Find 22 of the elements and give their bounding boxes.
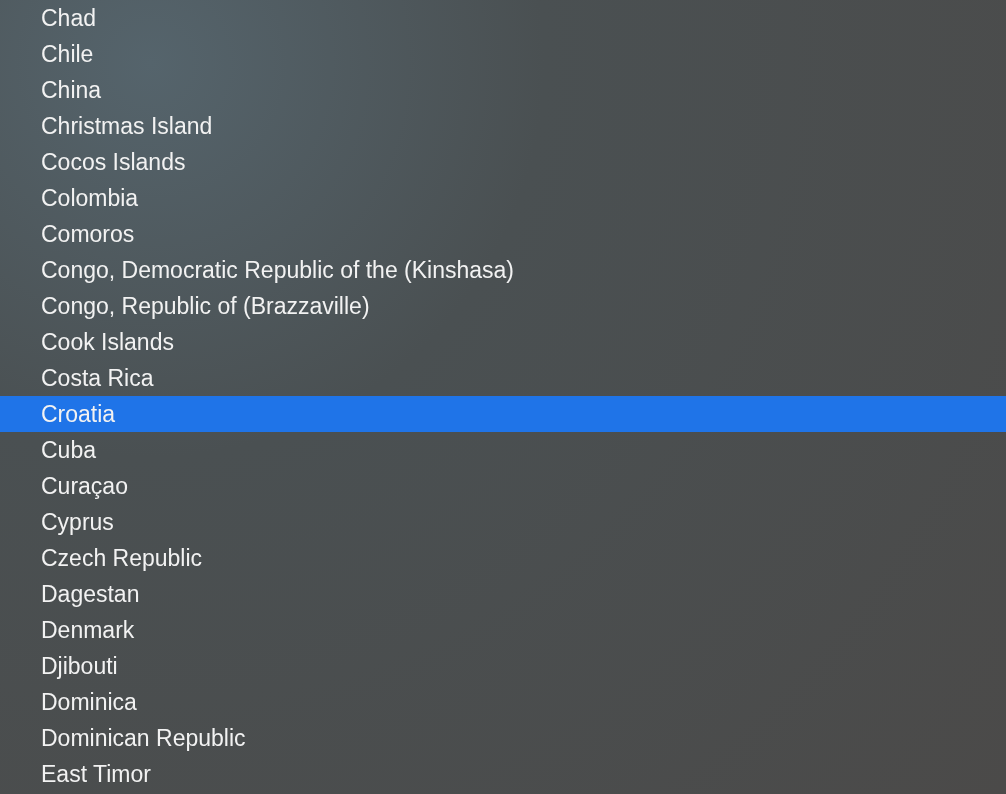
country-list-item[interactable]: Denmark (0, 612, 1006, 648)
country-list-item[interactable]: Dagestan (0, 576, 1006, 612)
country-list-item[interactable]: Cyprus (0, 504, 1006, 540)
country-list-item[interactable]: Djibouti (0, 648, 1006, 684)
country-list-item[interactable]: Congo, Democratic Republic of the (Kinshasa) (0, 252, 1006, 288)
country-list-item[interactable]: Curaçao (0, 468, 1006, 504)
country-list-item[interactable]: Cocos Islands (0, 144, 1006, 180)
country-list-item[interactable]: Chad (0, 0, 1006, 36)
country-list-item[interactable]: Congo, Republic of (Brazzaville) (0, 288, 1006, 324)
country-list-item[interactable]: Cook Islands (0, 324, 1006, 360)
country-list-item[interactable]: Cuba (0, 432, 1006, 468)
country-list-item[interactable]: Colombia (0, 180, 1006, 216)
country-list-item[interactable]: Chile (0, 36, 1006, 72)
country-list-item[interactable]: Croatia (0, 396, 1006, 432)
country-list-item[interactable]: Czech Republic (0, 540, 1006, 576)
country-list-item[interactable]: Dominican Republic (0, 720, 1006, 756)
country-list-item[interactable]: Comoros (0, 216, 1006, 252)
country-list-item[interactable]: Costa Rica (0, 360, 1006, 396)
country-list-item[interactable]: China (0, 72, 1006, 108)
country-list-item[interactable]: Dominica (0, 684, 1006, 720)
country-list-item[interactable]: East Timor (0, 756, 1006, 792)
country-list-item[interactable]: Christmas Island (0, 108, 1006, 144)
